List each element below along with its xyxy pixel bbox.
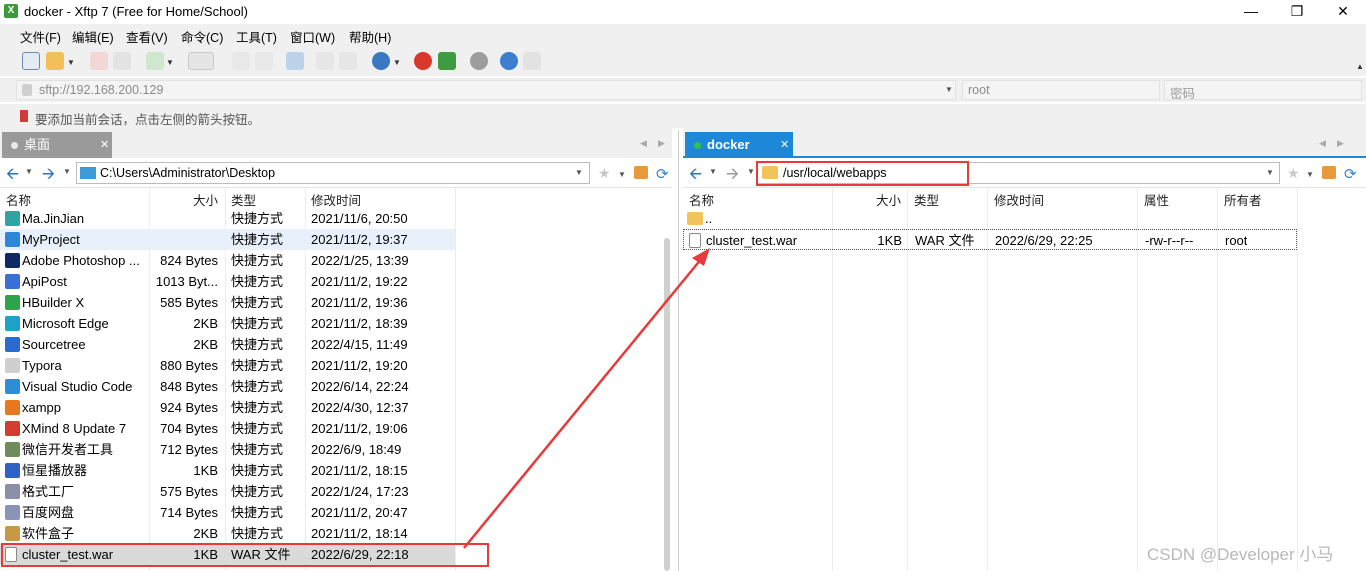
annotation-arrow — [463, 248, 710, 549]
watermark: CSDN @Developer 小马 — [1147, 545, 1334, 564]
